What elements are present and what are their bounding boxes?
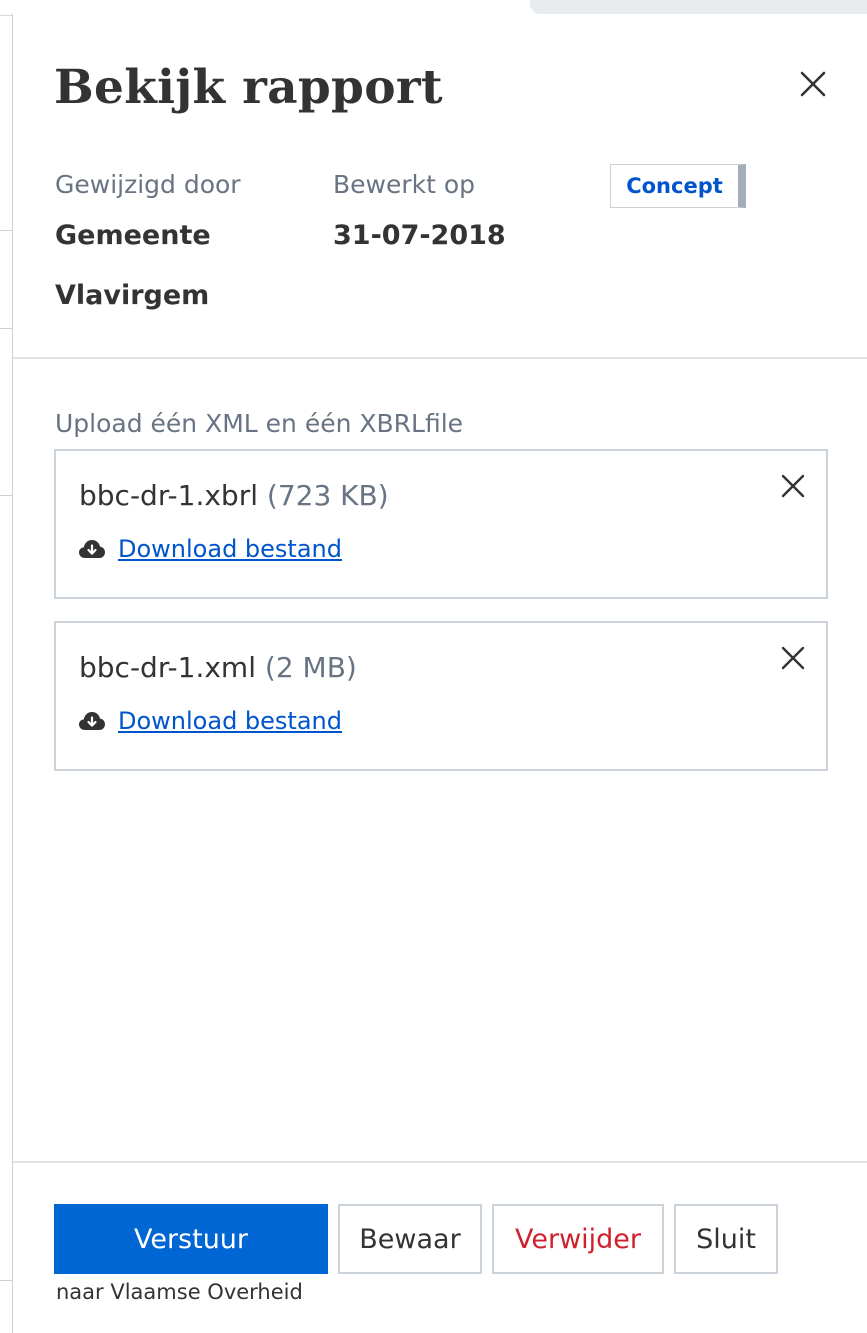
close-button[interactable]: Sluit xyxy=(674,1204,778,1274)
background-divider xyxy=(0,328,12,329)
file-name: bbc-dr-1.xbrl xyxy=(79,479,258,512)
file-name: bbc-dr-1.xml xyxy=(79,651,256,684)
upload-instructions: Upload één XML en één XBRLfile xyxy=(55,409,464,438)
file-title: bbc-dr-1.xbrl (723 KB) xyxy=(79,479,389,512)
background-tab xyxy=(530,0,867,14)
cloud-download-icon xyxy=(79,712,105,730)
section-divider xyxy=(13,357,867,359)
file-size: (2 MB) xyxy=(264,651,357,684)
download-file-link[interactable]: Download bestand xyxy=(118,707,342,735)
download-file-link[interactable]: Download bestand xyxy=(118,535,342,563)
file-size: (723 KB) xyxy=(266,479,389,512)
modified-by-value-line2: Vlavirgem xyxy=(55,280,210,311)
file-card: bbc-dr-1.xbrl (723 KB) Download bestand xyxy=(54,449,828,599)
background-divider xyxy=(0,495,12,496)
modified-by-label: Gewijzigd door xyxy=(55,170,241,199)
edited-on-value: 31-07-2018 xyxy=(333,220,506,251)
background-page-edge xyxy=(0,0,12,1333)
report-side-panel: Bekijk rapport Gewijzigd door Gemeente V… xyxy=(12,14,867,1333)
close-panel-button[interactable] xyxy=(795,66,831,102)
download-row: Download bestand xyxy=(78,707,342,735)
edited-on-label: Bewerkt op xyxy=(333,170,476,199)
page-title: Bekijk rapport xyxy=(54,60,443,115)
delete-button[interactable]: Verwijder xyxy=(492,1204,664,1274)
background-divider xyxy=(0,1280,12,1281)
remove-file-button[interactable] xyxy=(778,471,808,501)
background-divider xyxy=(0,230,12,231)
close-icon xyxy=(781,474,805,498)
download-row: Download bestand xyxy=(78,535,342,563)
close-icon xyxy=(781,646,805,670)
modified-by-value-line1: Gemeente xyxy=(55,220,211,251)
footer-divider xyxy=(13,1161,867,1163)
cloud-download-icon xyxy=(79,540,105,558)
save-button[interactable]: Bewaar xyxy=(338,1204,482,1274)
send-button-sublabel: naar Vlaamse Overheid xyxy=(56,1280,303,1304)
remove-file-button[interactable] xyxy=(778,643,808,673)
status-badge: Concept xyxy=(610,164,746,208)
file-card: bbc-dr-1.xml (2 MB) Download bestand xyxy=(54,621,828,771)
send-button[interactable]: Verstuur xyxy=(54,1204,328,1274)
file-title: bbc-dr-1.xml (2 MB) xyxy=(79,651,357,684)
close-icon xyxy=(800,71,826,97)
